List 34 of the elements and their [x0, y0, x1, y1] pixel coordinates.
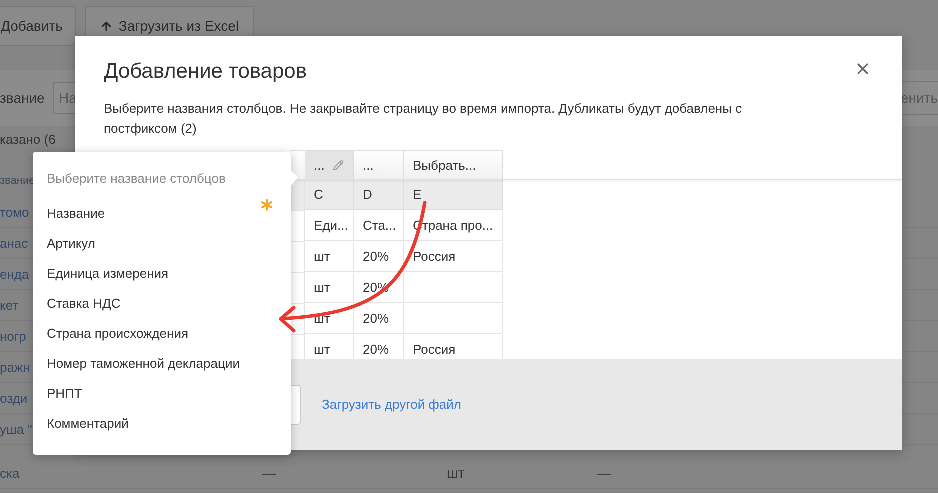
results-summary: казано (6: [0, 132, 56, 146]
table-cell-text: шт: [447, 465, 466, 481]
menu-item[interactable]: Номер таможенной декларации: [47, 348, 291, 378]
table-cell-text: —: [597, 465, 612, 481]
table-cell: шт: [305, 304, 354, 334]
menu-title: Выберите название столбцов: [47, 170, 227, 188]
dialog-description: Выберите названия столбцов. Не закрывайте страницу во время импорта. Дубликаты будут добавлены с постфиксом (2): [104, 100, 744, 138]
menu-item[interactable]: Артикул: [47, 228, 291, 258]
menu-item[interactable]: Единица измерения: [47, 258, 291, 288]
add-button[interactable]: Добавить: [0, 6, 76, 46]
upload-icon: [100, 20, 113, 32]
dialog-title: Добавление товаров: [104, 60, 307, 84]
column-letter: D: [354, 180, 404, 210]
column-select[interactable]: ...: [305, 150, 354, 179]
table-cell-text: —: [262, 465, 277, 481]
column-letter: E: [404, 180, 503, 210]
menu-item[interactable]: Название: [47, 198, 291, 228]
column-select[interactable]: ...: [354, 150, 404, 179]
menu-item[interactable]: Ставка НДС: [47, 288, 291, 318]
menu-item[interactable]: РНПТ: [47, 378, 291, 408]
table-cell: шт: [305, 242, 354, 272]
product-link[interactable]: ска: [0, 466, 262, 480]
table-cell: шт: [305, 273, 354, 303]
table-cell: Россия: [404, 242, 503, 272]
table-cell: Ста...: [354, 211, 404, 241]
table-cell: 20%: [354, 304, 404, 334]
table-cell: Еди...: [305, 211, 354, 241]
filter-label: звание: [0, 90, 46, 106]
menu-item[interactable]: Страна происхождения: [47, 318, 291, 348]
table-cell: 20%: [354, 242, 404, 272]
column-letter: C: [305, 180, 354, 210]
menu-item[interactable]: Комментарий: [47, 408, 291, 438]
column-select[interactable]: Выбрать...: [404, 150, 503, 179]
upload-another-link[interactable]: Загрузить другой файл: [322, 397, 462, 412]
